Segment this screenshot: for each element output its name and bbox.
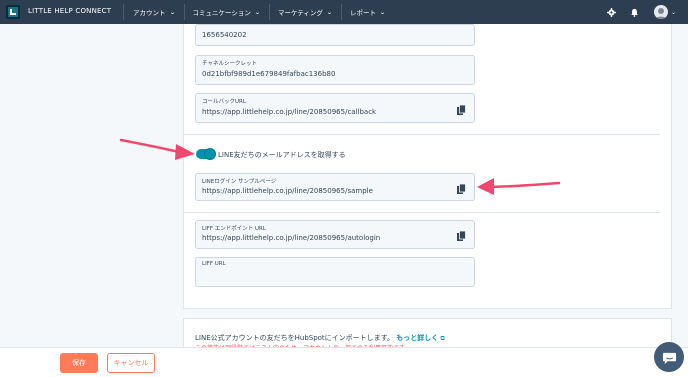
nav-item-marketing[interactable]: マーケティング ⌄: [277, 0, 333, 24]
learn-more-link[interactable]: もっと詳しく: [396, 334, 438, 342]
nav-item-communication[interactable]: コミュニケーション ⌄: [192, 0, 261, 24]
copy-icon[interactable]: [457, 105, 466, 116]
chat-icon[interactable]: [654, 342, 684, 372]
nav-item-label: アカウント: [133, 9, 166, 17]
liff-endpoint-label: LIFF エンドポイント URL: [202, 226, 266, 232]
save-button[interactable]: 保存: [60, 353, 98, 373]
login-sample-label: LINEログイン サンプルページ: [202, 179, 277, 185]
nav-item-label: マーケティング: [277, 9, 323, 17]
channel-secret-field[interactable]: チャネルシークレット 0d21bfbf989d1e679849fafbac136…: [195, 55, 475, 85]
logo-icon[interactable]: [6, 5, 20, 19]
liff-endpoint-field[interactable]: LIFF エンドポイント URL https://app.littlehelp.…: [195, 220, 475, 249]
email-toggle-label: LINE友だちのメールアドレスを取得する: [218, 151, 346, 159]
chevron-down-icon: ⌄: [254, 8, 261, 16]
callback-url-value: https://app.littlehelp.co.jp/line/208509…: [202, 108, 377, 116]
gear-icon[interactable]: [607, 7, 617, 17]
external-link-icon[interactable]: ⧉: [440, 335, 444, 342]
chevron-down-icon: ⌄: [379, 8, 386, 16]
email-toggle[interactable]: [196, 148, 216, 160]
toggle-knob: [204, 148, 216, 160]
annotation-arrow-left: [119, 138, 195, 160]
top-nav: LITTLE HELP CONNECT アカウント ⌄ コミュニケーション ⌄ …: [0, 0, 688, 24]
liff-url-label: LIFF URL: [202, 261, 226, 267]
chevron-down-icon: ⌄: [168, 8, 176, 16]
channel-id-field[interactable]: 1656540202: [195, 24, 475, 46]
nav-right: ⌄: [594, 0, 676, 24]
callback-url-label: コールバックURL: [202, 99, 246, 105]
brand-name[interactable]: LITTLE HELP CONNECT: [28, 7, 111, 15]
copy-icon[interactable]: [457, 184, 466, 195]
import-text: LINE公式アカウントの友だちをHubSpotにインポートします。 もっと詳しく…: [195, 333, 445, 343]
main-menu: アカウント ⌄ コミュニケーション ⌄ マーケティング ⌄ レポート ⌄: [133, 0, 386, 24]
divider: [183, 134, 660, 135]
channel-secret-label: チャネルシークレット: [202, 61, 257, 67]
channel-id-value: 1656540202: [202, 31, 247, 39]
callback-url-field[interactable]: コールバックURL https://app.littlehelp.co.jp/l…: [195, 93, 475, 123]
nav-item-account[interactable]: アカウント ⌄: [133, 0, 175, 24]
bell-icon[interactable]: [630, 7, 640, 17]
cancel-button[interactable]: キャンセル: [107, 353, 155, 373]
channel-secret-value: 0d21bfbf989d1e679849fafbac136b80: [202, 70, 336, 78]
copy-icon[interactable]: [457, 231, 466, 242]
liff-url-field[interactable]: LIFF URL: [195, 257, 475, 287]
login-sample-field[interactable]: LINEログイン サンプルページ https://app.littlehelp.…: [195, 173, 475, 201]
liff-endpoint-value: https://app.littlehelp.co.jp/line/208509…: [202, 234, 381, 242]
divider: [183, 212, 660, 213]
nav-divider: [268, 4, 270, 20]
annotation-arrow-right: [477, 178, 561, 195]
footer-bar: [0, 347, 688, 377]
chevron-down-icon[interactable]: ⌄: [671, 9, 676, 16]
login-sample-value: https://app.littlehelp.co.jp/line/208509…: [202, 187, 373, 195]
nav-item-reports[interactable]: レポート ⌄: [349, 0, 386, 24]
import-description: LINE公式アカウントの友だちをHubSpotにインポートします。: [195, 334, 394, 342]
nav-item-label: コミュニケーション: [192, 9, 251, 17]
chevron-down-icon: ⌄: [326, 8, 333, 16]
avatar[interactable]: [653, 5, 668, 19]
nav-divider: [340, 4, 342, 20]
nav-divider: [183, 4, 185, 20]
nav-separator: [123, 4, 124, 20]
nav-item-label: レポート: [349, 9, 376, 17]
